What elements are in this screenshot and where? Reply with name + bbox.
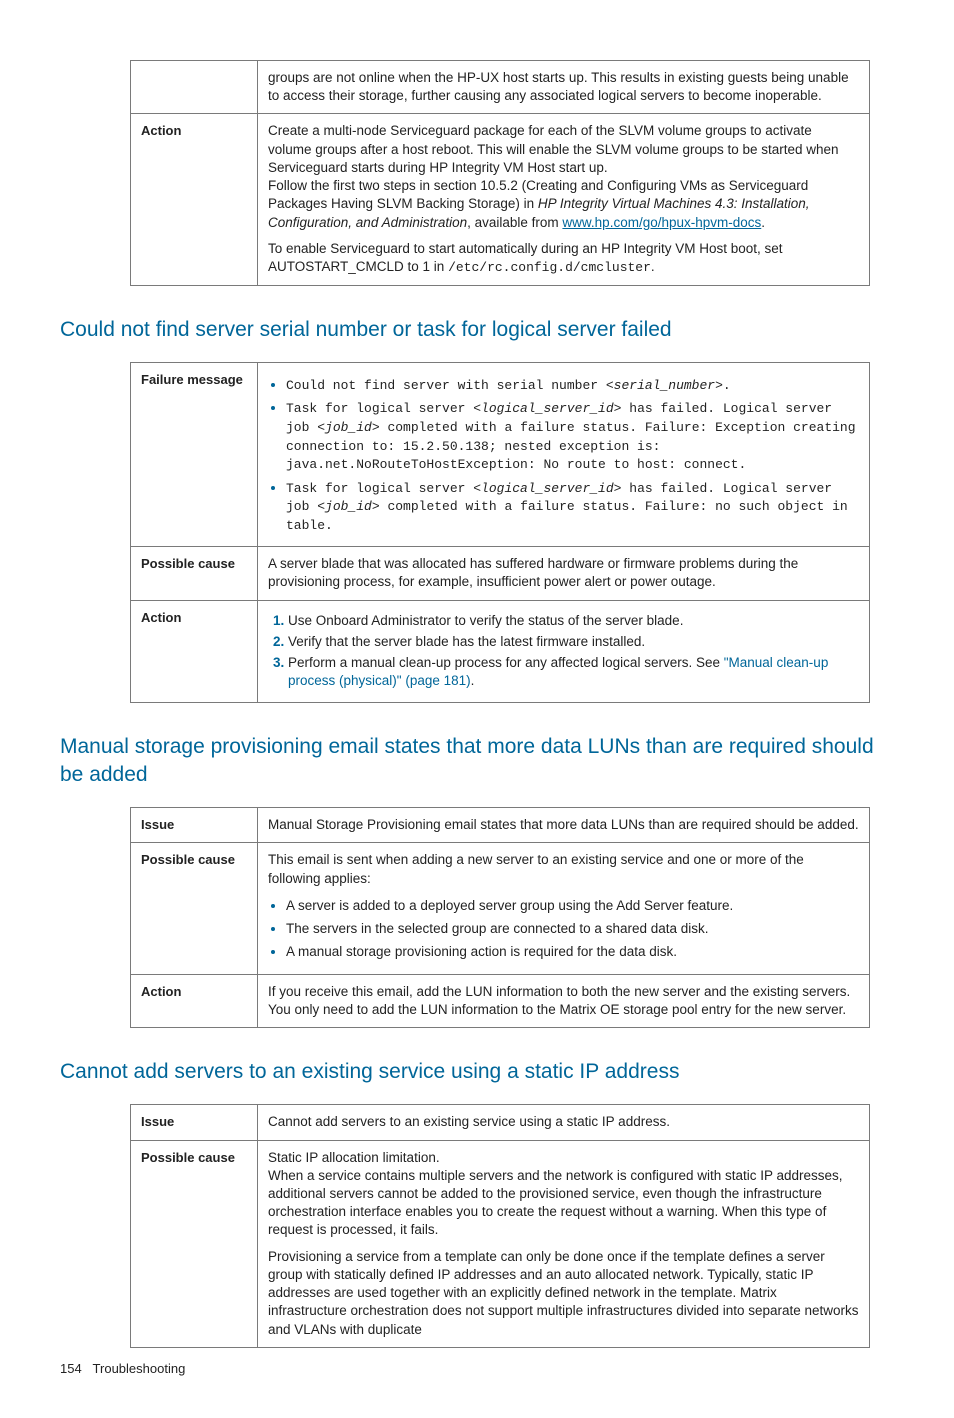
cell-text: A server blade that was allocated has su… [258, 547, 870, 600]
table-row: Possible cause This email is sent when a… [131, 843, 870, 974]
section-heading: Could not find server serial number or t… [60, 316, 894, 344]
text: Create a multi-node Serviceguard package… [268, 123, 839, 174]
text: , available from [467, 215, 562, 230]
list-item: Could not find server with serial number… [286, 375, 859, 395]
page-footer: 154 Troubleshooting [60, 1360, 185, 1378]
code-text: Could not find server with serial number [286, 378, 606, 393]
row-label: Possible cause [131, 843, 258, 974]
list-item: Task for logical server <logical_server_… [286, 398, 859, 473]
cell-text: Could not find server with serial number… [258, 362, 870, 546]
text: Provisioning a service from a template c… [268, 1248, 859, 1339]
table-row: Issue Manual Storage Provisioning email … [131, 808, 870, 843]
table-row: Action Use Onboard Administrator to veri… [131, 600, 870, 702]
section-heading: Manual storage provisioning email states… [60, 733, 894, 790]
code-var: <logical_server_id> [473, 401, 621, 416]
row-label: Failure message [131, 362, 258, 546]
cell-text: Cannot add servers to an existing servic… [258, 1105, 870, 1140]
code-text: Task for logical server [286, 401, 473, 416]
page: groups are not online when the HP-UX hos… [0, 0, 954, 1418]
section-heading: Cannot add servers to an existing servic… [60, 1058, 894, 1086]
text: . [761, 215, 765, 230]
doc-link[interactable]: www.hp.com/go/hpux-hpvm-docs [562, 215, 761, 230]
list-item: Task for logical server <logical_server_… [286, 478, 859, 535]
table-row: Possible cause A server blade that was a… [131, 547, 870, 600]
text: . [651, 259, 655, 274]
cell-text: Create a multi-node Serviceguard package… [258, 114, 870, 285]
list-item: The servers in the selected group are co… [286, 919, 859, 938]
table-row: Issue Cannot add servers to an existing … [131, 1105, 870, 1140]
code-var: <job_id> [317, 420, 379, 435]
table-slvm: groups are not online when the HP-UX hos… [130, 60, 870, 286]
text: This email is sent when adding a new ser… [268, 851, 859, 887]
list-item: A server is added to a deployed server g… [286, 896, 859, 915]
row-label: Action [131, 114, 258, 285]
code-text: /etc/rc.config.d/cmcluster [448, 260, 651, 275]
code-var: <serial_number> [606, 378, 723, 393]
row-label: Possible cause [131, 1140, 258, 1347]
row-label: Action [131, 974, 258, 1027]
table-row: Action Create a multi-node Serviceguard … [131, 114, 870, 285]
cell-text: Manual Storage Provisioning email states… [258, 808, 870, 843]
cell-text: This email is sent when adding a new ser… [258, 843, 870, 974]
table-row: Possible cause Static IP allocation limi… [131, 1140, 870, 1347]
text: Static IP allocation limitation. [268, 1150, 440, 1165]
row-label [131, 61, 258, 114]
text: Perform a manual clean-up process for an… [288, 655, 724, 670]
text: When a service contains multiple servers… [268, 1168, 843, 1238]
code-text: Task for logical server [286, 481, 473, 496]
cell-text: Use Onboard Administrator to verify the … [258, 600, 870, 702]
row-label: Issue [131, 1105, 258, 1140]
table-failure: Failure message Could not find server wi… [130, 362, 870, 703]
row-label: Possible cause [131, 547, 258, 600]
table-row: Action If you receive this email, add th… [131, 974, 870, 1027]
table-lun: Issue Manual Storage Provisioning email … [130, 807, 870, 1028]
table-row: Failure message Could not find server wi… [131, 362, 870, 546]
cell-text: If you receive this email, add the LUN i… [258, 974, 870, 1027]
list-item: A manual storage provisioning action is … [286, 942, 859, 961]
cell-text: groups are not online when the HP-UX hos… [258, 61, 870, 114]
cell-text: Static IP allocation limitation. When a s… [258, 1140, 870, 1347]
code-var: <job_id> [317, 499, 379, 514]
page-number: 154 [60, 1361, 82, 1376]
table-row: groups are not online when the HP-UX hos… [131, 61, 870, 114]
code-text: . [723, 378, 731, 393]
code-var: <logical_server_id> [473, 481, 621, 496]
table-static-ip: Issue Cannot add servers to an existing … [130, 1104, 870, 1347]
list-item: Perform a manual clean-up process for an… [288, 654, 859, 690]
list-item: Verify that the server blade has the lat… [288, 633, 859, 651]
row-label: Action [131, 600, 258, 702]
text: . [471, 673, 475, 688]
list-item: Use Onboard Administrator to verify the … [288, 612, 859, 630]
row-label: Issue [131, 808, 258, 843]
footer-title: Troubleshooting [93, 1361, 186, 1376]
